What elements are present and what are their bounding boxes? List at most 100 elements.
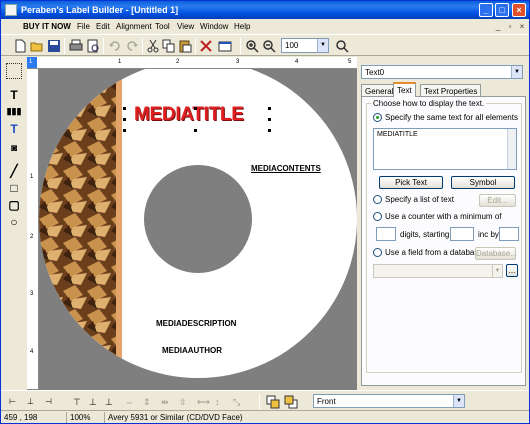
tab-text[interactable]: Text [393,82,416,97]
undo-icon[interactable] [108,39,122,53]
mdi-restore-button[interactable]: ▫ [505,22,515,31]
send-to-back-icon[interactable] [284,395,298,409]
properties-icon[interactable] [218,39,232,53]
browse-button[interactable]: ... [506,264,518,277]
save-icon[interactable] [47,39,61,53]
database-field-select[interactable]: ▼ [373,264,503,278]
menu-window[interactable]: Window [200,22,228,31]
pick-text-button[interactable]: Pick Text [379,176,443,189]
same-text-label[interactable]: Specify the same text for all elements [385,113,518,122]
text-value-field[interactable]: MEDIATITLE [373,128,517,170]
bring-to-front-icon[interactable] [266,395,280,409]
menu-edit[interactable]: Edit [96,22,110,31]
object-selector[interactable]: Text0 ▼ [361,65,523,79]
cut-icon[interactable] [146,39,160,53]
media-title-text[interactable]: MEDIATITLE [134,104,244,126]
symbol-button[interactable]: Symbol [451,176,515,189]
zoom-in-icon[interactable] [245,39,259,53]
database-radio[interactable] [373,248,382,257]
window-title: Peraben's Label Builder - [Untitled 1] [21,5,179,15]
rectangle-tool-icon[interactable]: □ [6,180,22,196]
chevron-down-icon[interactable]: ▼ [453,395,464,407]
same-size-icon[interactable]: ⤡ [233,395,247,409]
line-tool-icon[interactable]: ╱ [6,163,22,179]
database-label[interactable]: Use a field from a database [385,248,483,257]
counter-digits-field[interactable] [376,227,396,241]
close-button[interactable]: × [512,3,526,17]
zoom-combobox[interactable]: 100 ▼ [281,38,329,53]
selection-handle[interactable] [123,107,126,110]
space-vertical-icon[interactable]: ⇕ [143,395,157,409]
paste-icon[interactable] [178,39,192,53]
chevron-down-icon[interactable]: ▼ [492,265,502,277]
new-icon[interactable] [13,39,27,53]
selection-handle[interactable] [123,129,126,132]
menu-help[interactable]: Help [234,22,250,31]
same-height-icon[interactable]: ↕ [215,395,229,409]
space-horizontal-icon[interactable]: ⇔ [125,395,139,409]
zoom-value: 100 [285,41,299,50]
media-contents-text[interactable]: MEDIACONTENTS [251,164,321,173]
list-text-label[interactable]: Specify a list of text [385,195,454,204]
ruler-label: 1 [118,59,122,65]
media-author-text[interactable]: MEDIAAUTHOR [162,346,222,355]
menu-view[interactable]: View [177,22,194,31]
counter-radio[interactable] [373,212,382,221]
mdi-close-button[interactable]: × [517,22,527,31]
barcode-tool-icon[interactable]: ▮▮▮ [6,103,22,119]
align-bottom-icon[interactable]: ⊥ [105,395,119,409]
same-width-icon[interactable]: ⟷ [197,395,211,409]
align-left-icon[interactable]: ⊢ [9,395,23,409]
ellipse-tool-icon[interactable]: ○ [6,214,22,230]
object-selector-value: Text0 [365,68,385,77]
center-vertical-icon[interactable]: ⇳ [179,395,193,409]
redo-icon[interactable] [125,39,139,53]
menu-file[interactable]: File [77,22,90,31]
delete-icon[interactable] [199,39,213,53]
edit-button[interactable]: Edit... [479,194,516,207]
maximize-button[interactable]: □ [495,3,509,17]
media-description-text[interactable]: MEDIADESCRIPTION [156,319,236,328]
menu-alignment[interactable]: Alignment [116,22,152,31]
zoom-icon[interactable] [335,39,349,53]
text-tool-icon[interactable]: T [6,87,22,103]
main-toolbar: 100 ▼ [1,34,529,56]
mdi-minimize-button[interactable]: _ [493,22,503,31]
chevron-down-icon[interactable]: ▼ [511,66,522,78]
chevron-down-icon[interactable]: ▼ [317,39,328,52]
layer-selector[interactable]: Front ▼ [313,394,465,408]
counter-increment-field[interactable] [499,227,519,241]
selection-handle[interactable] [268,129,271,132]
curved-text-tool-icon[interactable]: T [6,121,22,137]
same-text-radio[interactable] [373,113,382,122]
database-button[interactable]: Database... [475,247,517,260]
align-right-icon[interactable]: ⊣ [45,395,59,409]
counter-label[interactable]: Use a counter with a minimum of [385,212,502,221]
selection-handle[interactable] [268,107,271,110]
toolbar-separator [103,38,104,54]
image-tool-icon[interactable]: ◙ [6,141,22,157]
copy-icon[interactable] [162,39,176,53]
align-center-icon[interactable]: ⊥ [27,395,41,409]
selection-handle[interactable] [123,118,126,121]
textarea-scrollbar[interactable] [507,129,516,169]
selection-handle[interactable] [194,107,197,110]
selection-handle[interactable] [268,118,271,121]
minimize-button[interactable]: _ [479,3,493,17]
print-icon[interactable] [69,39,83,53]
select-tool-icon[interactable] [6,63,22,79]
center-horizontal-icon[interactable]: ⇹ [161,395,175,409]
selection-handle[interactable] [194,129,197,132]
align-middle-icon[interactable]: ⊥ [89,395,103,409]
menu-buy-it-now[interactable]: BUY IT NOW [23,22,71,31]
menu-tool[interactable]: Tool [155,22,170,31]
open-icon[interactable] [30,39,44,53]
rounded-rectangle-tool-icon[interactable]: ▢ [6,197,22,213]
label-photo[interactable] [39,69,116,389]
title-bar[interactable]: Peraben's Label Builder - [Untitled 1] _… [1,1,529,19]
counter-start-field[interactable] [450,227,474,241]
list-text-radio[interactable] [373,195,382,204]
print-preview-icon[interactable] [86,39,100,53]
zoom-out-icon[interactable] [262,39,276,53]
align-top-icon[interactable]: ⊤ [73,395,87,409]
